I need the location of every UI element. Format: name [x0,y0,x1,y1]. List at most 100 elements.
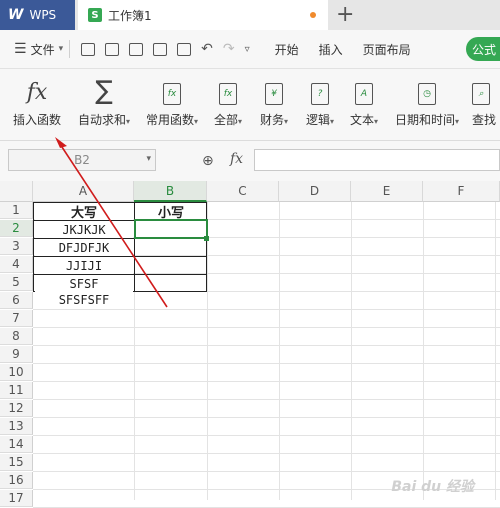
lookup-button[interactable]: ⌕ 查找 [472,69,500,140]
hamburger-menu-icon[interactable]: ☰ [14,41,27,57]
row-header-5[interactable]: 5 [0,274,33,291]
name-box-value: B2 [74,153,90,167]
text-functions-button[interactable]: A 文本▾ [346,69,382,140]
title-bar: W WPS S 工作簿1 + [0,0,500,30]
ribbon-toolbar: fx 插入函数 ∑ 自动求和▾ fx 常用函数▾ fx 全部▾ ¥ 财务▾ ? … [0,69,500,141]
finance-icon: ¥ [265,83,283,105]
gridline [33,399,500,400]
row-header-11[interactable]: 11 [0,382,33,399]
gridline [33,453,500,454]
row-header-10[interactable]: 10 [0,364,33,381]
insert-function-button[interactable]: fx 插入函数 [10,69,64,140]
export-pdf-icon[interactable] [129,42,144,56]
menu-bar: ☰ 文件 ▾ ↶ ↷ ▿ 开始 插入 页面布局 公式 [0,30,500,69]
row-header-13[interactable]: 13 [0,418,33,435]
select-all-corner[interactable] [0,181,33,202]
cell-a2[interactable]: JKJKJK [35,221,133,238]
fx-icon: fx [26,80,48,105]
column-header-c[interactable]: C [207,181,279,202]
zoom-icon[interactable]: ⊕ [202,153,214,169]
row-header-16[interactable]: 16 [0,472,33,489]
cell-b1[interactable]: 小写 [136,203,206,221]
redo-icon[interactable]: ↷ [223,42,235,56]
gridline [33,381,500,382]
column-header-b[interactable]: B [134,181,207,202]
all-functions-button[interactable]: fx 全部▾ [210,69,246,140]
autosum-button[interactable]: ∑ 自动求和▾ [74,69,134,140]
row-header-7[interactable]: 7 [0,310,33,327]
chevron-down-icon: ▾ [330,117,335,126]
name-box[interactable]: B2 ▾ [8,149,156,171]
cell-a5[interactable]: SFSF [35,275,133,292]
row-header-12[interactable]: 12 [0,400,33,417]
row-header-4[interactable]: 4 [0,256,33,273]
column-header-a[interactable]: A [33,181,134,202]
logic-label: 逻辑 [305,113,330,127]
spreadsheet-icon: S [88,8,102,22]
formula-bar: B2 ▾ ⊕ fx [0,141,500,182]
common-functions-button[interactable]: fx 常用函数▾ [142,69,202,140]
new-tab-button[interactable]: + [336,2,354,28]
active-cell-b2[interactable] [134,219,208,239]
cell-a1[interactable]: 大写 [35,203,133,221]
chevron-down-icon: ▾ [194,117,199,126]
spreadsheet-grid[interactable]: A B C D E F 1 2 3 4 5 6 7 8 9 10 11 12 13 14 15 16 17 大写… [0,181,500,508]
gridline [33,345,500,346]
cell-a6[interactable]: SFSFSFF [35,291,133,308]
gridline [33,363,500,364]
datetime-button[interactable]: ◷ 日期和时间▾ [392,69,462,140]
gridline [33,471,500,472]
row-header-3[interactable]: 3 [0,238,33,255]
column-header-f[interactable]: F [423,181,500,202]
column-header-d[interactable]: D [279,181,351,202]
wps-home-tab[interactable]: W WPS [0,0,75,30]
chevron-down-icon[interactable]: ▾ [59,44,64,54]
print-preview-icon[interactable] [177,42,192,56]
menu-page-layout[interactable]: 页面布局 [363,41,411,58]
menu-formulas-tab[interactable]: 公式 [466,37,500,61]
fill-handle[interactable] [204,236,209,241]
common-functions-label: 常用函数 [145,113,194,127]
common-function-icon: fx [163,83,181,105]
finance-button[interactable]: ¥ 财务▾ [256,69,292,140]
print-icon[interactable] [153,42,168,56]
chevron-down-icon: ▾ [284,117,289,126]
cell-a4[interactable]: JJIJI [35,257,133,274]
gridline [279,202,280,500]
finance-label: 财务 [259,113,284,127]
formula-input[interactable] [254,149,500,171]
row-header-8[interactable]: 8 [0,328,33,345]
chevron-down-icon: ▾ [238,117,243,126]
chevron-down-icon[interactable]: ▾ [146,154,151,164]
save-icon[interactable] [105,42,120,56]
row-header-2[interactable]: 2 [0,220,33,237]
gridline [423,202,424,500]
menu-insert[interactable]: 插入 [319,41,343,58]
cell-a3[interactable]: DFJDFJK [35,239,133,256]
customize-toolbar-icon[interactable]: ▿ [245,44,250,55]
file-menu[interactable]: 文件 [31,41,55,58]
row-header-9[interactable]: 9 [0,346,33,363]
all-functions-label: 全部 [213,113,238,127]
logic-icon: ? [311,83,329,105]
logic-button[interactable]: ? 逻辑▾ [302,69,338,140]
sigma-icon: ∑ [95,76,113,106]
document-tab[interactable]: S 工作簿1 [78,0,328,30]
wps-home-label: WPS [29,8,57,22]
lookup-icon: ⌕ [472,83,490,105]
insert-function-label: 插入函数 [12,113,61,127]
undo-icon[interactable]: ↶ [201,42,213,56]
menu-home[interactable]: 开始 [275,41,299,58]
row-header-6[interactable]: 6 [0,292,33,309]
open-folder-icon[interactable] [81,42,96,56]
row-header-17[interactable]: 17 [0,490,33,507]
gridline [351,202,352,500]
row-header-1[interactable]: 1 [0,202,33,219]
fx-icon[interactable]: fx [230,151,243,167]
unsaved-dot-icon [310,12,316,18]
column-header-e[interactable]: E [351,181,423,202]
row-header-14[interactable]: 14 [0,436,33,453]
divider [69,40,71,58]
all-functions-icon: fx [219,83,237,105]
row-header-15[interactable]: 15 [0,454,33,471]
